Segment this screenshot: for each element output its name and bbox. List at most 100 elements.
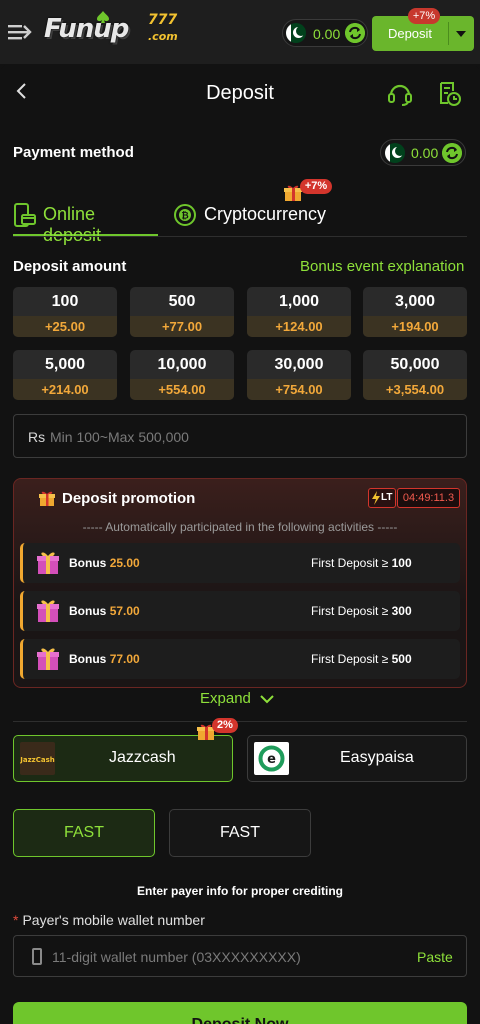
speed-option[interactable]: FAST	[13, 809, 155, 857]
top-bar: Funup 777 .com 0.00 Deposit +7%	[0, 0, 480, 64]
channel-easypaisa[interactable]: e Easypaisa	[247, 735, 467, 782]
amount-option[interactable]: 5,000 +214.00	[13, 350, 117, 400]
payment-method-label: Payment method	[13, 144, 134, 161]
tab-online-deposit-label: Online deposit	[43, 204, 102, 245]
required-mark: *	[13, 912, 19, 928]
wallet-number-input[interactable]	[52, 944, 392, 970]
amount-bonus: +77.00	[130, 316, 234, 337]
deposit-bonus-badge: +7%	[408, 8, 440, 24]
wallet-number-label: * Payer's mobile wallet number	[13, 912, 205, 928]
amount-option[interactable]: 100 +25.00	[13, 287, 117, 337]
amount-bonus: +3,554.00	[363, 379, 467, 400]
limited-time-badge: LT	[368, 488, 396, 508]
mobile-payment-icon	[14, 203, 36, 227]
amount-value: 5,000	[44, 356, 86, 373]
amount-option[interactable]: 50,000 +3,554.00	[363, 350, 467, 400]
pakistan-flag-icon	[385, 143, 405, 163]
header-balance[interactable]: 0.00	[282, 19, 368, 47]
amount-option[interactable]: 3,000 +194.00	[363, 287, 467, 337]
amount-bonus: +554.00	[130, 379, 234, 400]
amount-value: 100	[51, 293, 79, 310]
promotion-timer: 04:49:11.3	[397, 488, 460, 508]
payment-balance[interactable]: 0.00	[380, 139, 466, 166]
gift-icon	[39, 491, 55, 506]
spade-icon	[97, 11, 109, 23]
refresh-icon[interactable]	[345, 23, 365, 43]
promotion-condition: First Deposit ≥ 500	[311, 652, 412, 666]
deposit-promotion-box: Deposit promotion LT 04:49:11.3 ----- Au…	[13, 478, 467, 688]
currency-symbol: Rs	[28, 429, 46, 445]
deposit-history-icon[interactable]	[437, 81, 461, 107]
amount-bonus: +124.00	[247, 316, 351, 337]
headset-support-icon[interactable]	[388, 81, 412, 107]
logo-number: 777	[148, 12, 178, 28]
back-arrow-icon[interactable]	[14, 82, 28, 100]
deposit-amount-label: Deposit amount	[13, 258, 127, 275]
refresh-icon[interactable]	[442, 143, 462, 163]
promotion-bonus: Bonus 57.00	[69, 604, 140, 618]
amount-bonus: +25.00	[13, 316, 117, 337]
site-logo[interactable]: Funup 777 .com	[44, 10, 184, 56]
pakistan-flag-icon	[286, 23, 306, 43]
promotion-bonus: Bonus 77.00	[69, 652, 140, 666]
amount-option[interactable]: 30,000 +754.00	[247, 350, 351, 400]
svg-text:JazzCash: JazzCash	[20, 756, 55, 764]
logo-domain: .com	[148, 30, 178, 43]
payer-info-note: Enter payer info for proper crediting	[136, 884, 344, 898]
phone-icon	[32, 948, 42, 965]
wallet-input-field[interactable]: Paste	[13, 935, 467, 977]
divider	[448, 22, 449, 45]
promotion-subtitle: ----- Automatically participated in the …	[82, 520, 398, 534]
svg-text:e: e	[267, 752, 276, 767]
channel-jazzcash[interactable]: JazzCash Jazzcash	[13, 735, 233, 782]
amount-value: 500	[168, 293, 196, 310]
gift-box-icon	[37, 600, 59, 622]
expand-label: Expand	[200, 690, 251, 707]
promotion-condition: First Deposit ≥ 100	[311, 556, 412, 570]
amount-bonus: +754.00	[247, 379, 351, 400]
header-balance-amount: 0.00	[313, 26, 341, 42]
amount-bonus: +194.00	[363, 316, 467, 337]
section-divider	[13, 721, 467, 722]
crypto-bonus-badge: +7%	[300, 179, 332, 194]
amount-value: 3,000	[394, 293, 436, 310]
tabs-divider	[13, 236, 467, 237]
amount-bonus: +214.00	[13, 379, 117, 400]
page-title: Deposit	[206, 82, 274, 104]
amount-value: 10,000	[157, 356, 207, 373]
logo-text: Funup	[44, 14, 129, 44]
bonus-event-link[interactable]: Bonus event explanation	[300, 258, 464, 275]
speed-option[interactable]: FAST	[169, 809, 311, 857]
svg-text:₿: ₿	[181, 211, 188, 222]
amount-value: 50,000	[390, 356, 440, 373]
gift-box-icon	[37, 648, 59, 670]
lightning-icon	[372, 491, 380, 505]
promotion-row: Bonus 77.00 First Deposit ≥ 500	[20, 639, 460, 679]
deposit-now-button[interactable]: Deposit Now	[13, 1002, 467, 1024]
menu-arrow-icon[interactable]	[8, 22, 32, 42]
amount-option[interactable]: 500 +77.00	[130, 287, 234, 337]
crypto-coin-icon: ₿	[174, 204, 196, 226]
promotion-row: Bonus 25.00 First Deposit ≥ 100	[20, 543, 460, 583]
tab-online-deposit[interactable]: Online deposit	[13, 200, 158, 245]
channel-jazzcash-label: Jazzcash	[109, 749, 176, 766]
deposit-now-label: Deposit Now	[13, 1016, 467, 1024]
chevron-down-icon	[260, 695, 274, 704]
expand-button[interactable]: Expand	[200, 690, 280, 710]
amount-value: 30,000	[274, 356, 324, 373]
promotion-condition: First Deposit ≥ 300	[311, 604, 412, 618]
gift-box-icon	[37, 552, 59, 574]
paste-button[interactable]: Paste	[417, 949, 453, 965]
limited-time-label: LT	[381, 492, 393, 503]
tab-cryptocurrency[interactable]: ₿ Cryptocurrency	[173, 200, 333, 236]
jazzcash-logo: JazzCash	[20, 742, 55, 775]
amount-input[interactable]	[50, 423, 450, 451]
chevron-down-icon[interactable]	[456, 31, 466, 37]
promotion-row: Bonus 57.00 First Deposit ≥ 300	[20, 591, 460, 631]
amount-input-field[interactable]: Rs	[13, 414, 467, 458]
amount-value: 1,000	[278, 293, 320, 310]
amount-option[interactable]: 10,000 +554.00	[130, 350, 234, 400]
promotion-bonus: Bonus 25.00	[69, 556, 140, 570]
amount-option[interactable]: 1,000 +124.00	[247, 287, 351, 337]
easypaisa-logo: e	[254, 742, 289, 775]
